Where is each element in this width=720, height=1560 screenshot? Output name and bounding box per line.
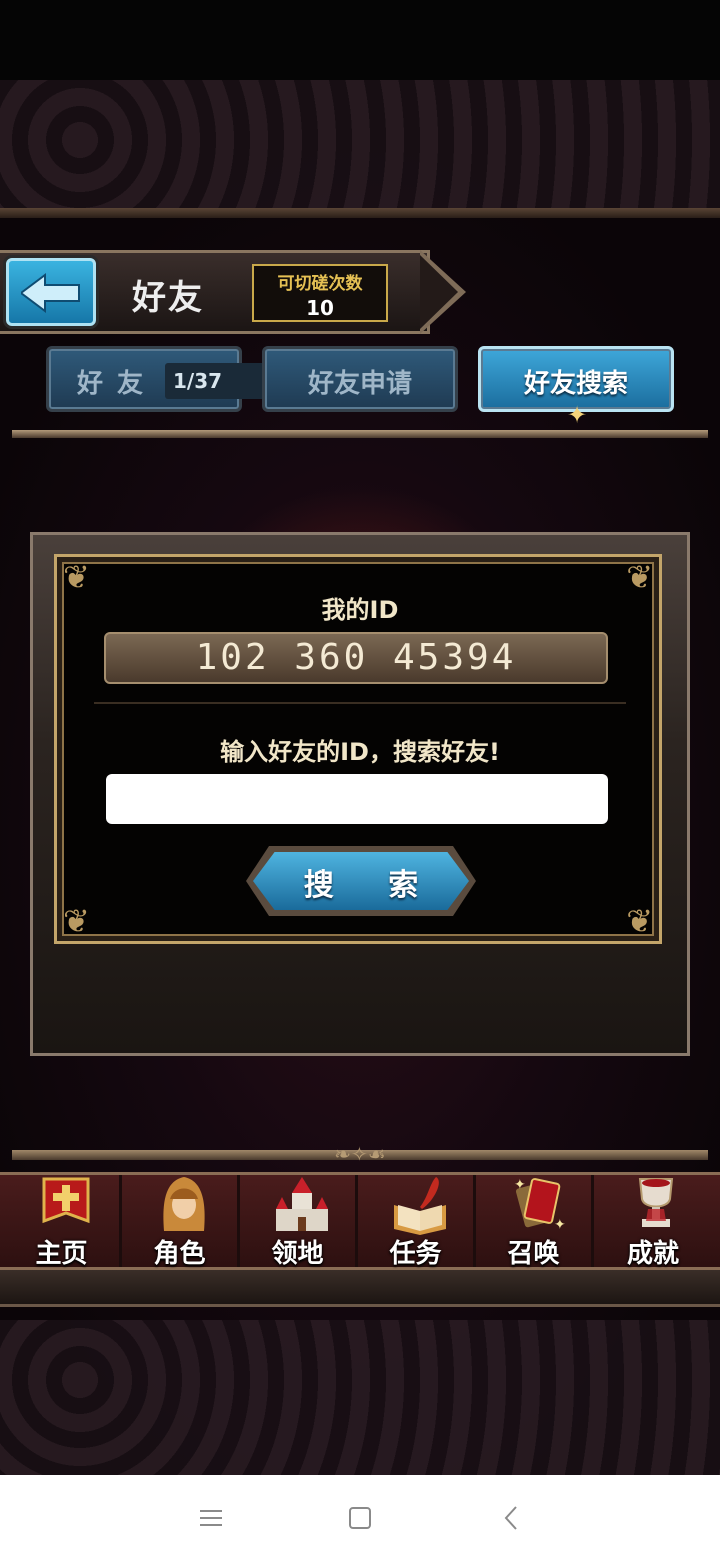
quest-book-icon <box>394 1177 446 1235</box>
header-arrow-inner <box>420 255 458 329</box>
tab-friend-search-label: 好友搜索 <box>523 369 628 399</box>
trophy-icon <box>638 1178 674 1227</box>
search-button[interactable]: 搜 索 <box>246 846 476 916</box>
nav-item-home[interactable]: 主页 <box>4 1175 122 1269</box>
nav-item-character[interactable]: 角色 <box>122 1175 240 1269</box>
tab-divider <box>12 430 708 438</box>
back-chevron-icon[interactable] <box>496 1503 526 1533</box>
nav-item-home-label: 主页 <box>35 1239 88 1269</box>
nav-item-territory[interactable]: 领地 <box>240 1175 358 1269</box>
hooded-character-icon <box>163 1177 205 1231</box>
header: 好友 可切磋次数 10 <box>0 250 470 334</box>
bottom-nav: 主页 角色 领地 任务 ✦ ✦ 召唤 成就 <box>0 1172 720 1270</box>
system-navigation-bar <box>0 1475 720 1560</box>
nav-item-quest[interactable]: 任务 <box>358 1175 476 1269</box>
friend-count-badge: 1/37 <box>165 363 271 399</box>
menu-icon[interactable] <box>196 1503 226 1533</box>
my-id-label: 我的ID <box>321 596 399 624</box>
castle-icon <box>276 1177 328 1231</box>
search-prompt: 输入好友的ID，搜索好友! <box>220 738 500 766</box>
search-button-label: 搜 索 <box>303 868 441 903</box>
friend-id-input[interactable] <box>106 774 608 824</box>
svg-text:✦: ✦ <box>514 1177 526 1193</box>
tab-friend-search[interactable]: 好友搜索 ✦ <box>478 346 674 429</box>
spar-count-value: 10 <box>306 296 334 320</box>
nav-item-territory-label: 领地 <box>271 1239 324 1269</box>
svg-text:✦: ✦ <box>554 1217 566 1233</box>
nav-crest-icon: ❧✧☙ <box>334 1142 386 1166</box>
tab-friend-requests[interactable]: 好友申请 <box>262 346 458 412</box>
nav-base-plate <box>0 1270 720 1307</box>
summon-cards-icon: ✦ ✦ <box>514 1177 566 1233</box>
spar-count-label: 可切磋次数 <box>277 274 363 294</box>
status-bar-area <box>0 0 720 80</box>
top-ornament-line <box>0 208 720 218</box>
bottom-ornament <box>0 1320 720 1475</box>
nav-item-achievement-label: 成就 <box>626 1239 679 1269</box>
spar-count-box: 可切磋次数 10 <box>252 264 388 322</box>
tab-friends[interactable]: 好友 1/37 <box>46 346 271 412</box>
panel-separator <box>94 702 626 704</box>
tab-friend-requests-label: 好友申请 <box>307 369 412 399</box>
back-button[interactable] <box>6 258 96 326</box>
nav-item-quest-label: 任务 <box>389 1239 442 1269</box>
back-arrow-icon <box>21 273 80 313</box>
tab-friends-label: 好友 <box>77 369 158 399</box>
banner-cross-icon <box>42 1177 90 1224</box>
active-tab-star-icon: ✦ <box>567 401 588 429</box>
home-square-icon[interactable] <box>345 1503 375 1533</box>
nav-item-character-label: 角色 <box>153 1239 206 1269</box>
corner-ornament-icon: ❦ <box>63 558 90 596</box>
top-ornament <box>0 80 720 210</box>
corner-ornament-icon: ❦ <box>626 902 653 940</box>
my-id-value: 102 360 45394 <box>104 632 608 684</box>
corner-ornament-icon: ❦ <box>626 558 653 596</box>
nav-item-summon[interactable]: ✦ ✦ 召唤 <box>476 1175 594 1269</box>
page-title: 好友 <box>132 278 204 318</box>
corner-ornament-icon: ❦ <box>63 902 90 940</box>
tab-bar: 好友 1/37 好友申请 好友搜索 ✦ <box>0 346 720 429</box>
nav-item-summon-label: 召唤 <box>507 1239 560 1269</box>
nav-item-achievement[interactable]: 成就 <box>594 1175 712 1269</box>
